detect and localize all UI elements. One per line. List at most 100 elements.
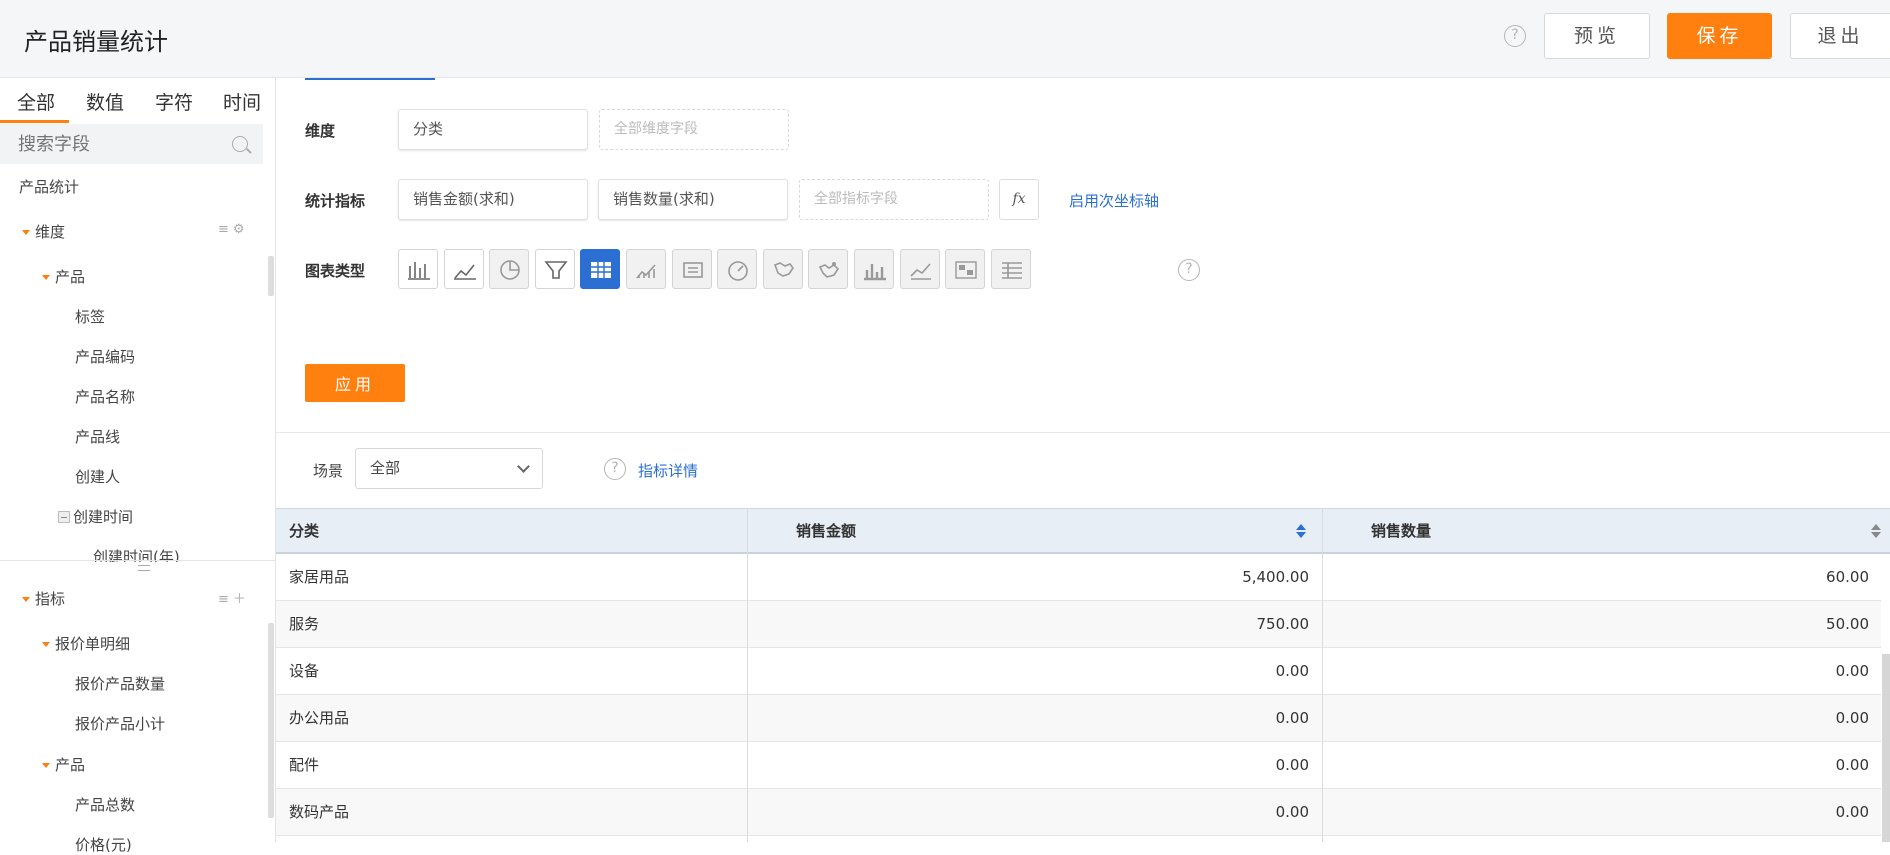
help-icon[interactable]: ? — [1504, 25, 1526, 47]
metric-label: 统计指标 — [305, 192, 366, 210]
funnel-chart-icon[interactable] — [534, 249, 575, 289]
card-chart-icon[interactable] — [671, 249, 712, 289]
tree-field[interactable]: 产品编码 — [75, 346, 135, 367]
dimension-chip[interactable]: 分类 — [398, 109, 588, 150]
gauge-chart-icon[interactable] — [717, 249, 758, 289]
metric-chip-amount[interactable]: 销售金额(求和) — [398, 179, 588, 220]
cell-sales-amount: 0.00 — [1275, 803, 1309, 821]
tree-metric-group[interactable]: 产品 — [42, 754, 85, 775]
header-category[interactable]: 分类 — [289, 509, 319, 553]
cell-sales-quantity: 50.00 — [1826, 615, 1869, 633]
tree-field[interactable]: 报价产品小计 — [75, 713, 165, 734]
sort-icon[interactable] — [1871, 524, 1881, 538]
tree-dimension-section[interactable]: 维度 — [22, 221, 65, 242]
tree-label: 报价单明细 — [55, 635, 131, 653]
cell-sales-amount: 0.00 — [1275, 709, 1309, 727]
section-divider — [276, 432, 1890, 433]
scene-select-value: 全部 — [370, 459, 401, 477]
cell-category: 数码产品 — [289, 803, 350, 821]
cell-sales-amount: 750.00 — [1256, 615, 1310, 633]
metric-dropzone[interactable]: 全部指标字段 — [799, 179, 989, 220]
column-divider[interactable] — [1322, 508, 1323, 842]
map-chart-icon[interactable] — [762, 249, 803, 289]
heatmap-icon[interactable] — [945, 249, 986, 289]
preview-button[interactable]: 预览 — [1544, 13, 1650, 59]
page-title: 产品销量统计 — [24, 28, 168, 56]
table-row[interactable]: 设备 0.00 0.00 — [276, 648, 1881, 695]
caret-down-icon — [42, 642, 50, 647]
column-divider[interactable] — [747, 508, 748, 842]
tree-field-created-time[interactable]: 创建时间 — [58, 506, 133, 527]
cell-sales-amount: 0.00 — [1275, 756, 1309, 774]
tree-field[interactable]: 标签 — [75, 306, 105, 327]
area-chart-icon[interactable] — [626, 249, 666, 289]
table-row[interactable]: 家居用品 5,400.00 60.00 — [276, 554, 1881, 601]
cell-sales-amount: 0.00 — [1275, 662, 1309, 680]
cell-sales-amount: 5,400.00 — [1242, 568, 1309, 586]
cell-sales-quantity: 0.00 — [1835, 662, 1869, 680]
tree-field[interactable]: 产品总数 — [75, 794, 135, 815]
field-type-tabs: 全部 数值 字符 时间 — [0, 78, 276, 124]
resize-handle[interactable] — [138, 565, 150, 571]
tree-label: 维度 — [35, 223, 66, 241]
sidebar-scrollbar-top[interactable] — [268, 256, 274, 296]
tree-label: 产品 — [55, 756, 86, 774]
table-row[interactable]: 配件 0.00 0.00 — [276, 742, 1881, 789]
tree-field[interactable]: 产品线 — [75, 426, 120, 447]
tree-field[interactable]: 产品名称 — [75, 386, 135, 407]
tree-field[interactable]: 报价产品数量 — [75, 673, 165, 694]
tab-numeric[interactable]: 数值 — [86, 88, 124, 115]
dimension-dropzone[interactable]: 全部维度字段 — [599, 109, 789, 150]
tree-field[interactable]: 价格(元) — [75, 834, 132, 855]
pivot-table-icon[interactable] — [990, 249, 1031, 289]
caret-down-icon — [22, 597, 30, 602]
tree-metric-group[interactable]: 报价单明细 — [42, 633, 130, 654]
top-header: 产品销量统计 ? 预览 保存 退出 — [0, 0, 1890, 78]
table-scrollbar[interactable] — [1882, 654, 1890, 842]
pie-chart-icon[interactable] — [489, 249, 530, 289]
table-chart-icon[interactable] — [580, 249, 621, 289]
formula-button[interactable]: fx — [999, 179, 1039, 220]
field-search-input[interactable] — [0, 124, 263, 164]
stacked-bar-icon[interactable] — [854, 249, 894, 289]
scatter-map-icon[interactable] — [808, 249, 849, 289]
tab-all[interactable]: 全部 — [17, 88, 55, 115]
tree-dimension-group[interactable]: 产品 — [42, 266, 85, 287]
search-icon[interactable] — [232, 136, 248, 152]
line-chart-icon[interactable] — [443, 249, 484, 289]
apply-button[interactable]: 应用 — [305, 364, 405, 402]
secondary-axis-link[interactable]: 启用次坐标轴 — [1069, 190, 1159, 211]
metric-detail-link[interactable]: 指标详情 — [638, 460, 698, 481]
metric-help-icon[interactable]: ? — [604, 458, 626, 480]
tab-time[interactable]: 时间 — [223, 88, 261, 115]
table-row[interactable]: 数码产品 0.00 0.00 — [276, 789, 1881, 836]
metric-chip-quantity[interactable]: 销售数量(求和) — [598, 179, 788, 220]
exit-button[interactable]: 退出 — [1790, 13, 1890, 59]
table-row[interactable]: 服务 750.00 50.00 — [276, 601, 1881, 648]
header-sales-amount[interactable]: 销售金额 — [796, 509, 856, 553]
cell-category: 家居用品 — [289, 568, 350, 586]
sort-icon[interactable] — [1296, 524, 1306, 538]
tree-label: 产品 — [55, 268, 86, 286]
active-tab-indicator — [0, 120, 69, 123]
bar-chart-icon[interactable] — [398, 249, 438, 289]
dimension-label: 维度 — [305, 122, 336, 140]
combo-line-icon[interactable] — [899, 249, 940, 289]
table-row[interactable]: 办公用品 0.00 0.00 — [276, 695, 1881, 742]
sidebar-scrollbar-bottom[interactable] — [268, 623, 274, 818]
chart-type-help-icon[interactable]: ? — [1178, 259, 1200, 281]
metric-tools[interactable]: ≡＋ — [218, 588, 250, 607]
field-sidebar: 全部 数值 字符 时间 产品统计 维度 ≡⚙ 产品 标签 产品编码 产品名称 产… — [0, 78, 276, 854]
cell-sales-quantity: 0.00 — [1835, 803, 1869, 821]
header-sales-quantity[interactable]: 销售数量 — [1371, 509, 1431, 553]
tree-field[interactable]: 创建人 — [75, 466, 120, 487]
tree-root[interactable]: 产品统计 — [19, 176, 79, 197]
dimension-tools[interactable]: ≡⚙ — [218, 222, 249, 237]
tree-metric-section[interactable]: 指标 — [22, 588, 65, 609]
active-tab-line — [305, 78, 435, 80]
cell-sales-quantity: 0.00 — [1835, 709, 1869, 727]
tab-string[interactable]: 字符 — [155, 88, 193, 115]
scene-select[interactable]: 全部 — [355, 448, 543, 489]
save-button[interactable]: 保存 — [1667, 13, 1772, 59]
collapse-icon[interactable] — [58, 511, 70, 523]
